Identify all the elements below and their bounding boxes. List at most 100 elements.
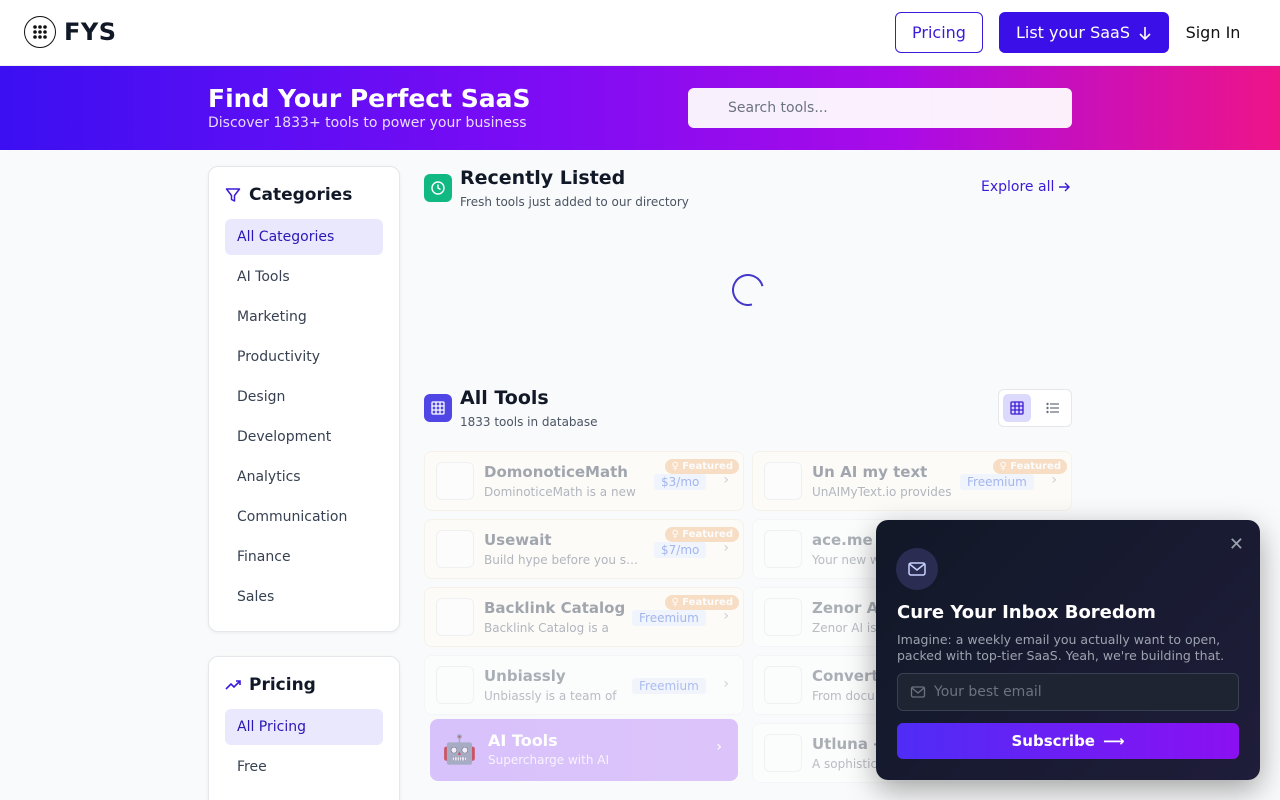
chevron-right-icon: ›: [723, 608, 729, 624]
robot-icon: 🤖: [442, 733, 477, 766]
filter-icon: [225, 188, 241, 202]
price-badge: Freemium: [632, 610, 706, 626]
tool-logo: [436, 530, 474, 568]
mail-small-icon: [910, 686, 926, 698]
pricing-free[interactable]: Free: [225, 749, 383, 785]
clock-icon: [424, 174, 452, 202]
loading-spinner: [726, 268, 770, 312]
price-badge: Freemium: [632, 678, 706, 694]
grid-table-icon: [424, 394, 452, 422]
tool-description: Backlink Catalog is a: [484, 621, 609, 635]
tool-card[interactable]: Unbiassly Unbiassly is a team of Freemiu…: [424, 655, 744, 715]
category-sales[interactable]: Sales: [225, 579, 383, 615]
logo[interactable]: FYS: [24, 16, 117, 48]
top-navbar: FYS Pricing List your SaaS Sign In: [0, 0, 1280, 66]
explore-all-label: Explore all: [981, 179, 1055, 195]
recently-listed-title: Recently Listed: [460, 167, 626, 189]
category-finance[interactable]: Finance: [225, 539, 383, 575]
tool-name: ace.me: [812, 531, 873, 549]
close-icon[interactable]: ✕: [1229, 534, 1244, 555]
price-badge: $3/mo: [654, 474, 707, 490]
category-productivity[interactable]: Productivity: [225, 339, 383, 375]
newsletter-text: Imagine: a weekly email you actually wan…: [897, 632, 1225, 663]
email-field[interactable]: Your best email: [897, 673, 1239, 711]
logo-text: FYS: [64, 18, 117, 46]
ai-tools-promo-card[interactable]: 🤖 AI Tools Supercharge with AI ›: [430, 719, 738, 781]
tool-name: Utluna -: [812, 735, 880, 753]
subscribe-button[interactable]: Subscribe ⟶: [897, 723, 1239, 759]
tool-description: Build hype before you ship: [484, 553, 642, 567]
list-saas-label: List your SaaS: [1015, 23, 1131, 42]
tool-logo: [436, 666, 474, 704]
arrow-down-icon: [1139, 26, 1151, 40]
subscribe-label: Subscribe: [1011, 732, 1095, 750]
category-development[interactable]: Development: [225, 419, 383, 455]
tool-description: Unbiassly is a team of: [484, 689, 617, 703]
hero-subtitle: Discover 1833+ tools to power your busin…: [208, 115, 527, 131]
tool-logo: [764, 462, 802, 500]
tool-card[interactable]: Backlink Catalog Backlink Catalog is a ♀…: [424, 587, 744, 647]
pricing-all[interactable]: All Pricing: [225, 709, 383, 745]
price-badge: Freemium: [960, 474, 1034, 490]
tool-logo: [764, 734, 802, 772]
categories-header: Categories: [225, 185, 352, 205]
tool-description: UnAIMyText.io provides: [812, 485, 952, 499]
tool-name: DomonoticeMath: [484, 463, 628, 481]
hero-banner: Find Your Perfect SaaS Discover 1833+ to…: [0, 66, 1280, 150]
pricing-filter-title: Pricing: [249, 675, 316, 695]
chevron-right-icon: ›: [723, 472, 729, 488]
grid-view-icon: [1010, 401, 1024, 415]
explore-all-link[interactable]: Explore all: [981, 179, 1071, 195]
promo-subtitle: Supercharge with AI: [488, 753, 610, 767]
list-view-icon: [1046, 402, 1059, 414]
category-analytics[interactable]: Analytics: [225, 459, 383, 495]
tool-card[interactable]: Usewait Build hype before you ship ♀ Fea…: [424, 519, 744, 579]
chevron-right-icon: ›: [716, 739, 722, 755]
trending-up-icon: [225, 680, 241, 690]
sign-in-link[interactable]: Sign In: [1180, 12, 1246, 53]
categories-card: Categories All Categories AI Tools Marke…: [208, 166, 400, 632]
search-input[interactable]: Search tools...: [688, 88, 1072, 128]
view-toggle: [998, 389, 1072, 427]
tool-logo: [764, 598, 802, 636]
grid-dots-icon: [24, 16, 56, 48]
category-design[interactable]: Design: [225, 379, 383, 415]
pricing-filter-header: Pricing: [225, 675, 316, 695]
tool-logo: [436, 598, 474, 636]
chevron-right-icon: ›: [723, 540, 729, 556]
category-communication[interactable]: Communication: [225, 499, 383, 535]
pricing-button[interactable]: Pricing: [895, 12, 983, 53]
tool-logo: [764, 666, 802, 704]
newsletter-popup: ✕ Cure Your Inbox Boredom Imagine: a wee…: [876, 520, 1260, 780]
list-view-button[interactable]: [1039, 394, 1067, 422]
tool-logo: [436, 462, 474, 500]
category-marketing[interactable]: Marketing: [225, 299, 383, 335]
chevron-right-icon: ›: [723, 676, 729, 692]
tool-name: Unbiassly: [484, 667, 566, 685]
tool-name: Zenor AI: [812, 599, 884, 617]
category-ai-tools[interactable]: AI Tools: [225, 259, 383, 295]
recently-listed-subtitle: Fresh tools just added to our directory: [460, 195, 689, 209]
tool-name: Backlink Catalog: [484, 599, 626, 617]
tool-name: Un AI my text: [812, 463, 928, 481]
category-all[interactable]: All Categories: [225, 219, 383, 255]
tool-name: Usewait: [484, 531, 552, 549]
all-tools-title: All Tools: [460, 387, 549, 409]
chevron-right-icon: ›: [1051, 472, 1057, 488]
price-badge: $7/mo: [654, 542, 707, 558]
arrow-right-icon: [1059, 182, 1071, 192]
all-tools-subtitle: 1833 tools in database: [460, 415, 598, 429]
mail-icon: [896, 548, 938, 590]
list-saas-button[interactable]: List your SaaS: [999, 12, 1169, 53]
newsletter-title: Cure Your Inbox Boredom: [897, 602, 1156, 623]
hero-title: Find Your Perfect SaaS: [208, 84, 531, 113]
grid-view-button[interactable]: [1003, 394, 1031, 422]
promo-title: AI Tools: [488, 731, 558, 750]
tool-logo: [764, 530, 802, 568]
categories-title: Categories: [249, 185, 353, 205]
tool-name: Convert: [812, 667, 879, 685]
email-placeholder: Your best email: [934, 684, 1042, 700]
pricing-filter-card: Pricing All Pricing Free: [208, 656, 400, 800]
tool-card[interactable]: DomonoticeMath DominoticeMath is a new ♀…: [424, 451, 744, 511]
tool-card[interactable]: Un AI my text UnAIMyText.io provides ♀ F…: [752, 451, 1072, 511]
